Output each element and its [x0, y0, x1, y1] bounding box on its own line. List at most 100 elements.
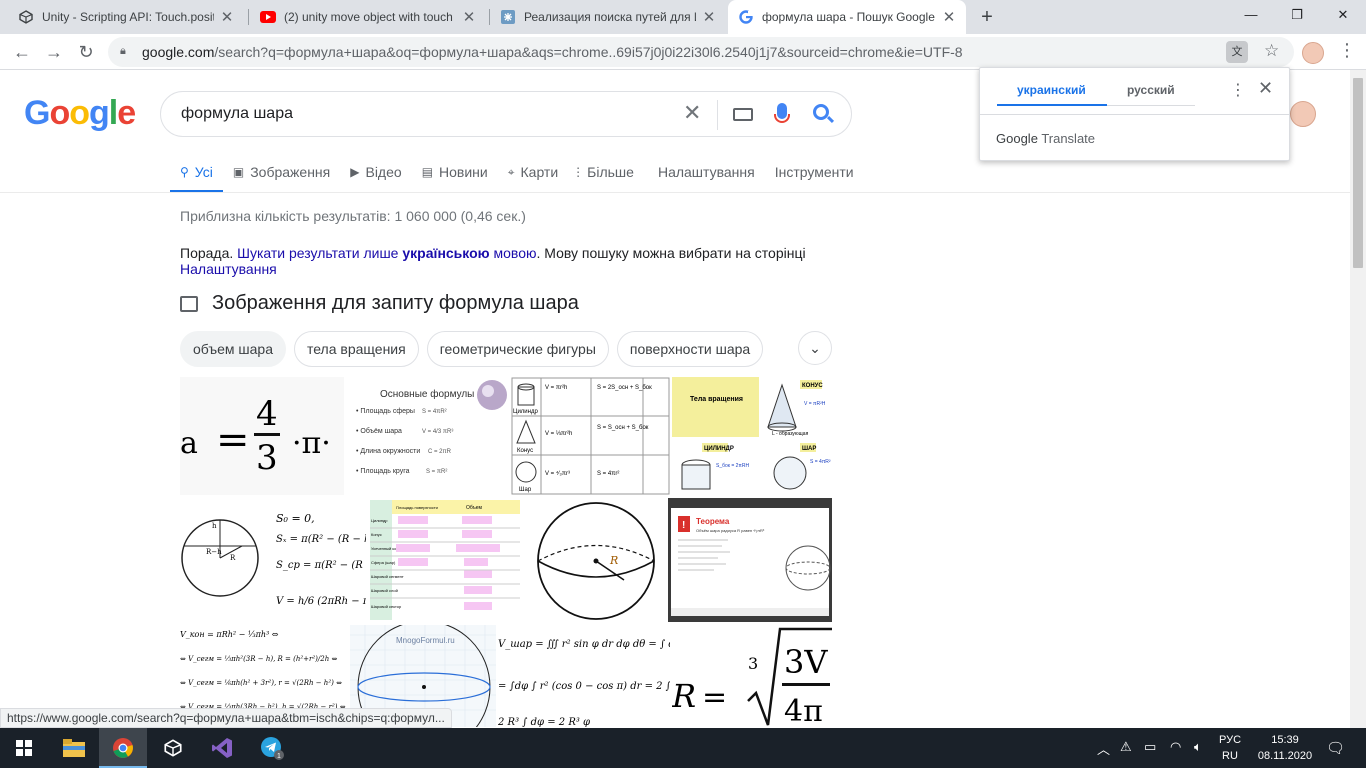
close-icon[interactable]: ✕	[1258, 78, 1273, 99]
chip[interactable]: поверхности шара	[616, 331, 764, 367]
battery-icon[interactable]: ▭	[1144, 739, 1156, 755]
input-language-indicator[interactable]: РУС RU	[1218, 732, 1242, 764]
tab-settings[interactable]: Налаштування	[644, 152, 765, 192]
search-icon[interactable]	[813, 104, 829, 120]
forward-icon[interactable]: →	[40, 38, 68, 66]
image-thumb[interactable]: Цилиндр Конус Шар V = πr²h S = 2S_осн + …	[511, 377, 670, 495]
translate-tab-russian[interactable]: русский	[1127, 83, 1175, 97]
system-clock[interactable]: 15:39 08.11.2020	[1253, 732, 1317, 764]
tab-all[interactable]: ⚲ Усі	[170, 152, 223, 193]
visual-studio-taskbar-button[interactable]	[198, 728, 246, 768]
tab-close-icon[interactable]: ✕	[462, 8, 476, 26]
bookmark-star-icon[interactable]: ☆	[1264, 41, 1279, 61]
minimize-icon[interactable]: —	[1228, 0, 1274, 30]
image-thumb[interactable]: a = 4 3 ·π·	[180, 377, 344, 495]
svg-text:= ∫dφ ∫ r² (cos 0 − cos π) dr: = ∫dφ ∫ r² (cos 0 − cos π) dr = 2 ∫	[498, 681, 670, 692]
reload-icon[interactable]: ↻	[72, 38, 100, 66]
svg-text:• Площадь сферы: • Площадь сферы	[356, 408, 415, 415]
image-thumb[interactable]: V_шар = ∭ r² sin φ dr dφ dθ = ∫ dφ = ∫dφ…	[498, 625, 670, 727]
svg-text:КОНУС: КОНУС	[802, 383, 823, 389]
more-vert-icon[interactable]: ⋮	[1230, 80, 1246, 100]
svg-text:4π: 4π	[784, 694, 823, 727]
settings-link[interactable]: Налаштування	[180, 261, 277, 277]
image-thumb[interactable]: h R−h R S₀ = 0, Sₓ = π(R² − (R − h)² S_с…	[180, 498, 366, 622]
tray-chevron-up-icon[interactable]: ︿	[1097, 739, 1110, 758]
svg-text:h: h	[212, 522, 217, 530]
chevron-down-icon[interactable]: ⌄	[798, 331, 832, 365]
security-alert-icon[interactable]: ⚠	[1120, 739, 1132, 755]
svg-text:S₀ = 0,: S₀ = 0,	[276, 512, 315, 525]
telegram-taskbar-button[interactable]: 1	[248, 728, 296, 768]
browser-tab-google[interactable]: формула шара - Пошук Google ✕	[728, 0, 966, 34]
svg-text:Шаровой слой: Шаровой слой	[371, 588, 398, 593]
search-input[interactable]: формула шара	[181, 105, 293, 123]
chip[interactable]: объем шара	[180, 331, 286, 367]
start-button[interactable]	[0, 728, 48, 768]
tab-close-icon[interactable]: ✕	[942, 8, 956, 26]
translate-icon[interactable]: 文	[1226, 41, 1248, 63]
profile-avatar[interactable]	[1302, 42, 1324, 64]
unity-taskbar-button[interactable]	[149, 728, 197, 768]
address-bar[interactable]: 🔒︎ google.com/search?q=формула+шара&oq=ф…	[108, 37, 1294, 67]
svg-text:Шар: Шар	[519, 487, 532, 493]
clear-icon[interactable]: ✕	[683, 100, 701, 126]
translate-tab-ukrainian[interactable]: украинский	[1017, 83, 1086, 97]
tab-video[interactable]: ▶ Відео	[340, 152, 411, 192]
image-grid: a = 4 3 ·π· Основные формулы • Площадь с…	[180, 377, 832, 727]
tab-divider	[248, 9, 249, 25]
volume-icon[interactable]: 🔈︎	[1194, 739, 1202, 755]
svg-text:·π·: ·π·	[292, 426, 331, 461]
google-icon	[738, 9, 754, 25]
maximize-icon[interactable]: ❐	[1274, 0, 1320, 30]
image-thumb[interactable]: Тела вращения КОНУС L - образующая V = π…	[672, 377, 832, 495]
search-box[interactable]: формула шара ✕	[160, 91, 852, 137]
chrome-taskbar-button[interactable]	[99, 728, 147, 768]
image-thumb[interactable]: Площадь поверхности Объем Цилиндр Конус …	[368, 498, 522, 622]
tab-close-icon[interactable]: ✕	[702, 8, 716, 26]
tab-news[interactable]: ▤ Новини	[412, 152, 498, 192]
svg-text:Теорема: Теорема	[696, 517, 730, 526]
svg-text:S_ср = π(R² − (R − h/2: S_ср = π(R² − (R − h/2	[276, 560, 366, 571]
svg-text:V_кон = πRh² − ⅓πh³ ⇔: V_кон = πRh² − ⅓πh³ ⇔	[180, 630, 279, 639]
back-icon[interactable]: ←	[8, 38, 36, 66]
browser-tab-youtube[interactable]: (2) unity move object with touch ✕	[250, 0, 486, 34]
svg-text:3: 3	[256, 438, 278, 478]
svg-text:Шаровой сегмент: Шаровой сегмент	[371, 574, 404, 579]
unity-icon	[18, 9, 34, 25]
svg-text:R: R	[230, 554, 236, 562]
image-thumb[interactable]: R = 3 3V 4π	[672, 625, 832, 727]
browser-menu-icon[interactable]: ⋮	[1338, 40, 1356, 61]
images-heading[interactable]: Зображення для запиту формула шара	[180, 292, 579, 315]
browser-tab-habr[interactable]: Реализация поиска путей для И ✕	[490, 0, 726, 34]
svg-text:V = πR²H: V = πR²H	[804, 401, 826, 407]
notification-icon[interactable]: 🗨︎	[1326, 739, 1345, 757]
wifi-icon[interactable]: ◠	[1170, 739, 1181, 755]
file-explorer-button[interactable]	[50, 728, 98, 768]
svg-text:S = 4πr²: S = 4πr²	[597, 471, 619, 477]
image-thumb[interactable]: R	[524, 498, 666, 622]
keyboard-icon[interactable]	[733, 108, 753, 121]
google-logo[interactable]: Google	[24, 94, 136, 133]
tab-close-icon[interactable]: ✕	[220, 8, 234, 26]
tab-images[interactable]: ▣ Зображення	[223, 152, 340, 192]
image-thumb[interactable]: Основные формулы • Площадь сферы S = 4πR…	[346, 377, 509, 495]
new-tab-button[interactable]: +	[975, 4, 999, 30]
chip[interactable]: геометрические фигуры	[426, 331, 609, 367]
user-avatar[interactable]	[1290, 101, 1316, 127]
tab-more[interactable]: ⋮ Більше	[568, 152, 644, 192]
browser-toolbar: ← → ↻ 🔒︎ google.com/search?q=формула+шар…	[0, 34, 1366, 70]
browser-tab-unity[interactable]: Unity - Scripting API: Touch.positi ✕	[8, 0, 244, 34]
ukrainian-only-link[interactable]: Шукати результати лише українською мовою	[237, 245, 536, 261]
tab-maps[interactable]: ⌖ Карти	[498, 152, 568, 192]
close-window-icon[interactable]: ✕	[1320, 0, 1366, 30]
scrollbar-thumb[interactable]	[1353, 78, 1363, 268]
page-scrollbar[interactable]	[1350, 70, 1366, 728]
svg-text:L - образующая: L - образующая	[772, 431, 809, 437]
url-text[interactable]: google.com/search?q=формула+шара&oq=форм…	[142, 44, 963, 60]
svg-text:V = ⁴⁄₃πr³: V = ⁴⁄₃πr³	[545, 470, 570, 477]
svg-text:Основные формулы: Основные формулы	[380, 388, 474, 400]
image-thumb[interactable]: ! Теорема Объём шара радиуса R равен ⁴⁄₃…	[668, 498, 832, 622]
tab-tools[interactable]: Інструменти	[765, 152, 864, 192]
chip[interactable]: тела вращения	[293, 331, 419, 367]
tab-title: Реализация поиска путей для И	[524, 10, 696, 24]
